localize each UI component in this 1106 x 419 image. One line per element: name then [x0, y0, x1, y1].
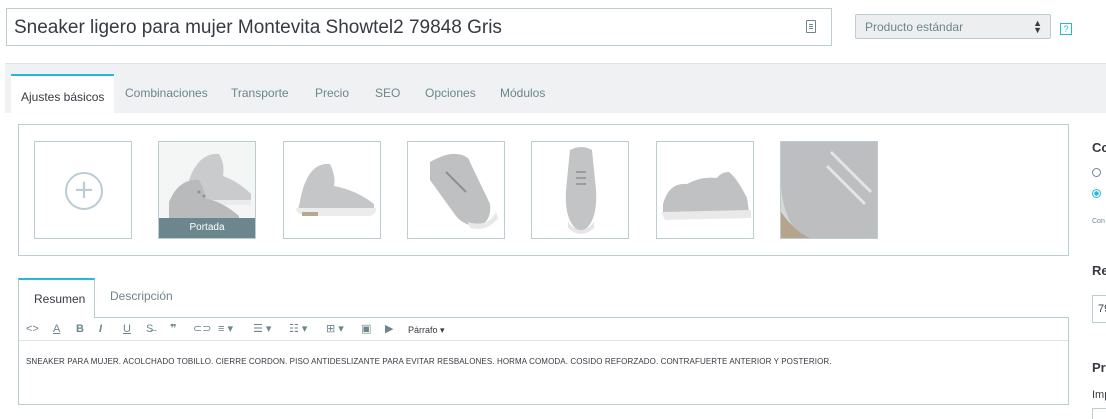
right-heading-2: Re: [1092, 263, 1106, 278]
editor-toolbar: <> A B I U S̶ ❞ ⊂⊃ ≡ ▾ ☰ ▾ ☷ ▾ ⊞ ▾ ▣ ▶ P…: [19, 318, 1068, 341]
product-name-text[interactable]: Sneaker ligero para mujer Montevita Show…: [14, 17, 502, 39]
tab-modulos[interactable]: Módulos: [500, 86, 545, 100]
numbered-list-icon[interactable]: ☷ ▾: [289, 322, 307, 336]
plus-icon: +: [65, 172, 103, 210]
tab-resumen[interactable]: Resumen: [18, 278, 95, 318]
product-image-thumb[interactable]: [407, 141, 505, 239]
sneaker-image: [781, 142, 877, 238]
italic-button[interactable]: I: [99, 322, 102, 336]
radio-option-2[interactable]: [1092, 189, 1101, 198]
product-type-select[interactable]: Producto estándar ▲ ▼: [855, 14, 1051, 39]
paragraph-format-label: Párrafo: [408, 325, 438, 335]
product-image-thumb[interactable]: Portada: [158, 141, 256, 239]
align-icon[interactable]: ≡ ▾: [218, 322, 233, 336]
cover-label: Portada: [159, 218, 255, 238]
editor-content[interactable]: SNEAKER PARA MUJER. ACOLCHADO TOBILLO. C…: [26, 357, 832, 366]
underline-button[interactable]: U: [123, 322, 131, 336]
help-icon[interactable]: ?: [1060, 23, 1072, 35]
strikethrough-icon[interactable]: S̶: [146, 322, 153, 336]
tab-ajustes-basicos[interactable]: Ajustes básicos: [11, 74, 115, 115]
tab-precio[interactable]: Precio: [315, 86, 349, 100]
product-image-thumb[interactable]: [656, 141, 754, 239]
tab-descripcion[interactable]: Descripción: [110, 278, 173, 318]
right-field-2[interactable]: [1092, 408, 1106, 419]
product-image-thumb[interactable]: [531, 141, 629, 239]
product-images-panel: + Portada: [18, 124, 1069, 256]
tab-transporte[interactable]: Transporte: [231, 86, 289, 100]
sneaker-image: [532, 142, 628, 238]
description-tabs: Resumen Descripción: [18, 278, 218, 318]
right-field-value: 79: [1098, 303, 1106, 315]
bold-button[interactable]: B: [76, 322, 84, 336]
select-caret-icon: ▲ ▼: [1033, 18, 1042, 35]
media-icon[interactable]: ▶: [385, 322, 393, 336]
product-type-value: Producto estándar: [865, 20, 964, 34]
sneaker-image: [284, 142, 380, 238]
radio-option-1[interactable]: [1092, 168, 1101, 177]
product-tabs-bar: Ajustes básicos Combinaciones Transporte…: [5, 63, 1106, 115]
product-name-input[interactable]: Sneaker ligero para mujer Montevita Show…: [6, 8, 832, 46]
right-heading-3: Pr: [1092, 360, 1106, 375]
right-sub-label: Imp: [1092, 389, 1106, 401]
paragraph-format-select[interactable]: Párrafo ▾: [408, 323, 445, 337]
link-icon[interactable]: ⊂⊃: [193, 322, 211, 336]
text-color-button[interactable]: A: [53, 322, 60, 336]
right-field[interactable]: 79: [1092, 295, 1106, 323]
bullet-list-icon[interactable]: ☰ ▾: [253, 322, 271, 336]
language-document-icon[interactable]: [806, 20, 816, 33]
tab-opciones[interactable]: Opciones: [425, 86, 476, 100]
add-image-button[interactable]: +: [34, 141, 132, 239]
product-image-thumb[interactable]: [283, 141, 381, 239]
table-icon[interactable]: ⊞ ▾: [326, 322, 344, 336]
tab-seo[interactable]: SEO: [375, 86, 400, 100]
sneaker-image: [657, 142, 753, 238]
right-side-panel: Co Con Re 79 Pr Imp: [1089, 0, 1106, 419]
right-small-label: Con: [1092, 218, 1105, 225]
image-icon[interactable]: ▣: [361, 322, 371, 336]
source-code-button[interactable]: <>: [26, 322, 39, 336]
rich-text-editor[interactable]: <> A B I U S̶ ❞ ⊂⊃ ≡ ▾ ☰ ▾ ☷ ▾ ⊞ ▾ ▣ ▶ P…: [18, 317, 1069, 405]
blockquote-icon[interactable]: ❞: [170, 322, 176, 336]
sneaker-image: [408, 142, 504, 238]
right-heading-1: Co: [1092, 140, 1106, 155]
tab-combinaciones[interactable]: Combinaciones: [125, 86, 208, 100]
product-image-thumb[interactable]: [780, 141, 878, 239]
